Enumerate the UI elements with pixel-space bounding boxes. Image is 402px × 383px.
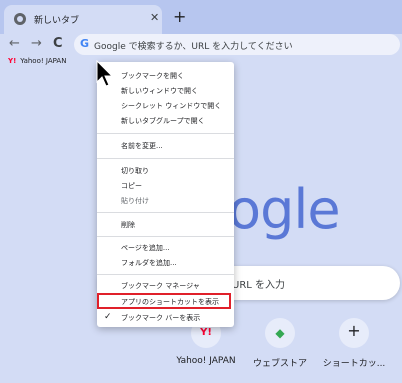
web-store-icon: ◆ (275, 326, 285, 340)
menu-item-rename[interactable]: 名前を変更... (97, 139, 234, 153)
yahoo-icon: Y! (8, 57, 17, 65)
address-bar[interactable]: G Google で検索するか、URL を入力してください (74, 34, 400, 55)
yahoo-icon: Y! (200, 327, 212, 338)
ntp-search-placeholder: URL を入力 (232, 280, 286, 291)
add-shortcut-icon: + (347, 321, 361, 340)
shortcut-icon-circle: ◆ (265, 318, 295, 348)
bookmark-yahoo-japan[interactable]: Y! Yahoo! JAPAN (8, 57, 66, 65)
menu-item-label: 貼り付け (121, 197, 149, 205)
tab-strip: 新しいタブ ✕ + (0, 0, 402, 34)
reload-button[interactable]: C (53, 36, 63, 52)
menu-item-show-bookmarks-bar[interactable]: ✓ ブックマーク バーを表示 (97, 311, 234, 325)
menu-item-label: ページを追加... (121, 244, 170, 252)
menu-separator (97, 212, 234, 213)
back-button[interactable]: ← (9, 36, 20, 52)
shortcut-label: ウェブストア (252, 359, 307, 369)
menu-item-copy[interactable]: コピー (97, 179, 234, 193)
shortcut-label: ショートカッ... (322, 359, 386, 369)
menu-item-open-new-window[interactable]: 新しいウィンドウで開く (97, 84, 234, 98)
forward-button[interactable]: → (31, 36, 42, 52)
mouse-cursor-icon (96, 60, 114, 87)
menu-item-open-tab-group[interactable]: 新しいタブグループで開く (97, 114, 234, 128)
shortcut-label: Yahoo! JAPAN (176, 356, 236, 366)
shortcut-tile[interactable]: ◆ ウェブストア (246, 318, 314, 374)
close-icon[interactable]: ✕ (150, 12, 159, 24)
menu-item-label: シークレット ウィンドウで開く (121, 102, 222, 110)
bookmark-context-menu: ブックマークを開く 新しいウィンドウで開く シークレット ウィンドウで開く 新し… (97, 62, 234, 327)
highlight-box (97, 293, 231, 309)
new-tab-button[interactable]: + (173, 9, 186, 25)
address-bar-placeholder: Google で検索するか、URL を入力してください (94, 42, 293, 52)
menu-item-label: フォルダを追加... (121, 259, 177, 267)
shortcut-icon-circle: + (339, 318, 369, 348)
menu-separator (97, 158, 234, 159)
menu-item-label: 新しいタブグループで開く (121, 117, 205, 125)
menu-item-open-incognito[interactable]: シークレット ウィンドウで開く (97, 99, 234, 113)
menu-separator (97, 274, 234, 275)
shortcut-tile[interactable]: + ショートカッ... (320, 318, 388, 374)
tab-new-tab[interactable]: 新しいタブ ✕ (4, 5, 162, 34)
menu-item-label: 切り取り (121, 167, 149, 175)
menu-item-cut[interactable]: 切り取り (97, 164, 234, 178)
menu-item-label: 新しいウィンドウで開く (121, 87, 198, 95)
menu-item-bookmark-manager[interactable]: ブックマーク マネージャ (97, 279, 234, 293)
menu-item-label: ブックマークを開く (121, 72, 184, 80)
menu-item-add-page[interactable]: ページを追加... (97, 241, 234, 255)
menu-item-label: ブックマーク マネージャ (121, 282, 200, 290)
chrome-newtab-icon (14, 13, 26, 25)
menu-item-paste[interactable]: 貼り付け (97, 194, 234, 208)
menu-item-add-folder[interactable]: フォルダを追加... (97, 256, 234, 270)
menu-item-label: コピー (121, 182, 142, 190)
tab-title: 新しいタブ (34, 16, 80, 26)
menu-item-label: 名前を変更... (121, 142, 163, 150)
google-g-icon: G (80, 37, 90, 50)
menu-separator (97, 133, 234, 134)
menu-item-delete[interactable]: 削除 (97, 218, 234, 232)
bookmark-label: Yahoo! JAPAN (20, 57, 67, 65)
menu-item-label: ブックマーク バーを表示 (121, 314, 201, 322)
menu-item-open-bookmarks[interactable]: ブックマークを開く (97, 69, 234, 83)
checkmark-icon: ✓ (104, 312, 112, 322)
menu-item-label: 削除 (121, 221, 135, 229)
toolbar: ← → C G Google で検索するか、URL を入力してください (0, 34, 402, 56)
menu-separator (97, 236, 234, 237)
